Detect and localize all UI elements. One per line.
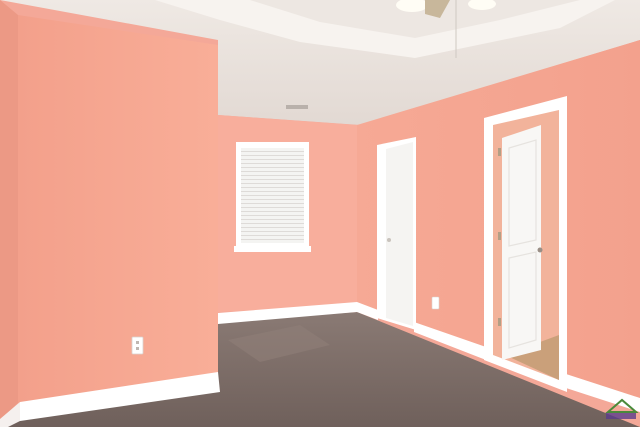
left-wall-edge — [0, 0, 18, 420]
outlet-icon — [131, 336, 144, 355]
bathroom-doorway[interactable] — [484, 96, 567, 392]
window — [234, 142, 311, 252]
room-scene — [0, 0, 640, 427]
open-door[interactable] — [502, 125, 541, 360]
room-photo — [0, 0, 640, 427]
closet-door[interactable] — [377, 137, 416, 330]
ceiling-vent — [286, 105, 308, 109]
left-wall — [18, 15, 218, 403]
outlet-icon — [431, 296, 440, 310]
